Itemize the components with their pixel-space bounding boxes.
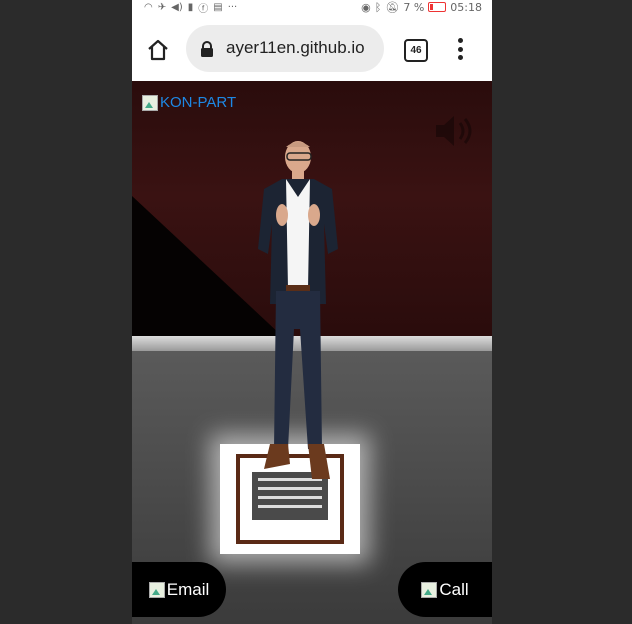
status-icons-right: ◉ ᛒ 🔕︎ 7 % 05:18 [361,0,482,14]
tab-switcher-button[interactable]: 46 [404,39,428,62]
logo-alt-text: KON-PART [160,94,237,111]
company-logo[interactable]: KON-PART [142,94,236,111]
email-button[interactable]: Email [132,562,226,617]
video-icon: ▮ [187,1,194,13]
more-icon: ··· [227,1,238,13]
facebook-icon: ⓕ [198,3,209,15]
phone-screen: ◠ ✈ ◀) ▮ ⓕ ▤ ··· ◉ ᛒ 🔕︎ 7 % 05:18 ayer11… [132,0,492,624]
clock: 05:18 [450,0,482,14]
eye-icon: ◉ [361,0,371,14]
status-bar: ◠ ✈ ◀) ▮ ⓕ ▤ ··· ◉ ᛒ 🔕︎ 7 % 05:18 [132,0,492,15]
volume-icon: ◀) [171,1,183,13]
airplane-icon: ✈ [157,1,167,13]
ar-scene: KON-PART Email Call [132,81,492,624]
menu-dot [457,38,463,43]
calendar-icon: ▤ [213,1,223,13]
sound-toggle-icon[interactable] [432,111,476,151]
browser-toolbar: ayer11en.github.io 46 [132,14,492,81]
broken-image-icon [142,94,158,111]
status-icons-left: ◠ ✈ ◀) ▮ ⓕ ▤ ··· [144,0,238,15]
call-button[interactable]: Call [398,562,492,617]
battery-percent: 7 % [403,0,425,14]
home-button[interactable] [144,36,172,64]
overflow-menu-button[interactable] [452,36,468,62]
address-bar[interactable]: ayer11en.github.io [186,25,384,72]
menu-dot [457,55,463,60]
broken-image-icon [148,581,165,598]
wifi-icon: ◠ [144,1,153,13]
presenter-video [258,141,338,479]
menu-dot [457,46,463,52]
email-label: Email [166,579,210,599]
call-label: Call [439,579,469,599]
mute-icon: 🔕︎ [385,0,400,14]
lock-icon [201,41,213,57]
url-text: ayer11en.github.io [226,38,365,57]
broken-image-icon [421,581,438,598]
home-icon [148,39,168,61]
battery-icon [428,2,447,12]
bluetooth-icon: ᛒ [374,0,382,14]
